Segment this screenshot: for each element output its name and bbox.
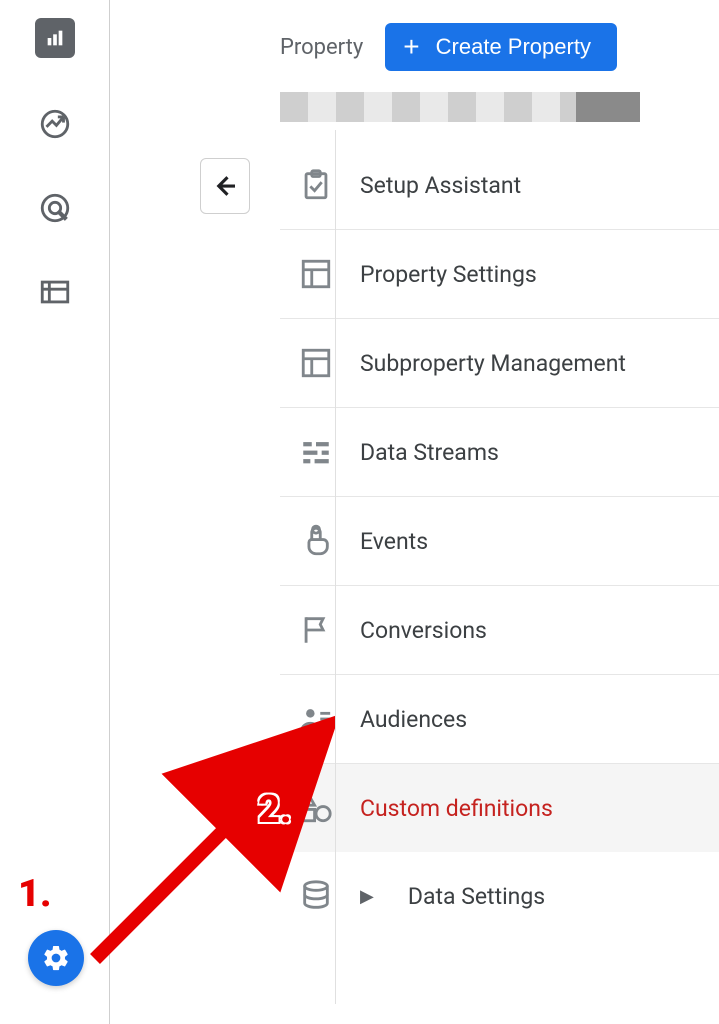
create-property-label: Create Property <box>436 34 591 60</box>
menu-label: Custom definitions <box>360 795 701 822</box>
collapse-panel-button[interactable] <box>200 158 250 214</box>
shapes-icon <box>298 790 334 826</box>
property-panel: Property + Create Property Setup Assista… <box>110 0 719 1024</box>
layout-icon <box>298 256 334 292</box>
menu-audiences[interactable]: Audiences <box>280 675 719 764</box>
menu-custom-definitions[interactable]: Custom definitions <box>280 764 719 852</box>
menu-data-settings[interactable]: ▶ Data Settings <box>280 852 719 940</box>
menu-setup-assistant[interactable]: Setup Assistant <box>280 141 719 230</box>
left-nav-rail <box>0 0 110 1024</box>
menu-events[interactable]: Events <box>280 497 719 586</box>
admin-gear-button[interactable] <box>28 930 84 986</box>
menu-data-streams[interactable]: Data Streams <box>280 408 719 497</box>
menu-label: Setup Assistant <box>360 172 701 199</box>
section-label: Property <box>280 35 363 60</box>
configure-icon[interactable] <box>37 274 73 310</box>
database-icon <box>298 878 334 914</box>
menu-label: Data Settings <box>408 883 701 910</box>
menu-label: Data Streams <box>360 439 701 466</box>
menu-label: Subproperty Management <box>360 350 701 377</box>
explore-icon[interactable] <box>37 106 73 142</box>
menu-conversions[interactable]: Conversions <box>280 586 719 675</box>
property-name-redacted <box>280 92 630 122</box>
flag-icon <box>298 612 334 648</box>
menu-property-settings[interactable]: Property Settings <box>280 230 719 319</box>
menu-label: Events <box>360 528 701 555</box>
menu-label: Conversions <box>360 617 701 644</box>
property-menu: Setup Assistant Property Settings Subpro… <box>280 140 719 940</box>
menu-subproperty-management[interactable]: Subproperty Management <box>280 319 719 408</box>
stream-icon <box>298 434 334 470</box>
menu-label: Audiences <box>360 706 701 733</box>
expand-caret-icon: ▶ <box>360 886 374 907</box>
column-divider <box>335 130 336 1004</box>
create-property-button[interactable]: + Create Property <box>385 23 617 71</box>
touch-icon <box>298 523 334 559</box>
clipboard-check-icon <box>298 167 334 203</box>
audience-icon <box>298 701 334 737</box>
advertising-icon[interactable] <box>37 190 73 226</box>
reports-icon[interactable] <box>35 18 75 58</box>
plus-icon: + <box>403 33 419 61</box>
menu-label: Property Settings <box>360 261 701 288</box>
layout-icon <box>298 345 334 381</box>
